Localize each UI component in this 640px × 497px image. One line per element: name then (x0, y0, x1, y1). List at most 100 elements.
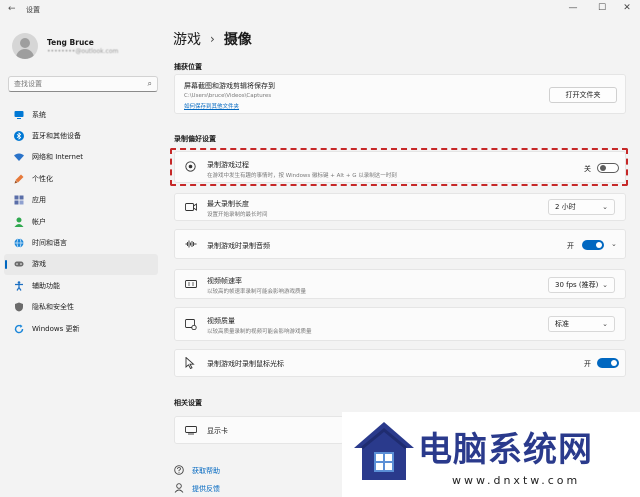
section-title-recording: 录制偏好设置 (174, 135, 216, 143)
minimize-icon[interactable]: — (566, 3, 580, 13)
audio-icon (185, 239, 197, 252)
dropdown-value: 2 小时 (555, 203, 576, 211)
frame-rate-dropdown[interactable]: 30 fps (推荐) ⌄ (548, 277, 615, 293)
sidebar-item-label: 应用 (32, 196, 46, 205)
breadcrumb: 游戏 › 摄像 (173, 29, 252, 49)
bluetooth-icon (14, 131, 24, 142)
record-cursor-toggle[interactable] (597, 358, 619, 368)
video-quality-card: 视频质量 以较高质量录制的视频可能会影响游戏质量 标准 ⌄ (174, 307, 626, 341)
maximize-icon[interactable]: ☐ (595, 3, 609, 13)
profile-name: Teng Bruce (47, 38, 94, 47)
feedback-icon (174, 483, 184, 495)
sidebar-item-label: Windows 更新 (32, 324, 80, 333)
record-cursor-title: 录制游戏时录制鼠标光标 (207, 360, 284, 368)
window-title: 设置 (26, 6, 40, 14)
sidebar-item-bluetooth[interactable]: 蓝牙和其他设备 (4, 125, 158, 146)
search-input[interactable] (9, 77, 137, 91)
frame-rate-title: 视频帧速率 (207, 277, 242, 285)
graphics-card-item[interactable]: 显示卡 (174, 416, 344, 444)
chevron-down-icon[interactable]: ⌄ (611, 240, 617, 248)
record-audio-toggle[interactable] (582, 240, 604, 250)
close-icon[interactable]: ✕ (620, 3, 634, 13)
toggle-state-label: 开 (584, 360, 591, 368)
graphics-title: 显示卡 (207, 427, 228, 435)
help-icon (174, 465, 184, 477)
framerate-icon (185, 279, 197, 292)
sidebar-item-windows-update[interactable]: Windows 更新 (4, 318, 158, 339)
record-audio-card: 录制游戏时录制音频 开 ⌄ (174, 229, 626, 259)
capture-location-title: 屏幕截图和游戏剪辑将保存到 (184, 82, 275, 90)
sidebar-item-network[interactable]: 网络和 Internet (4, 147, 158, 168)
sidebar-item-privacy[interactable]: 隐私和安全性 (4, 297, 158, 318)
capture-location-card: 屏幕截图和游戏剪辑将保存到 C:\Users\bruce\Videos\Capt… (174, 74, 626, 114)
house-logo-icon (354, 422, 414, 480)
video-quality-subtitle: 以较高质量录制的视频可能会影响游戏质量 (207, 329, 312, 335)
gamepad-icon (14, 259, 24, 269)
watermark: 电脑系统网 www.dnxtw.com (342, 412, 640, 497)
sidebar-item-system[interactable]: 系统 (4, 104, 158, 125)
dropdown-value: 30 fps (推荐) (555, 281, 599, 289)
watermark-title: 电脑系统网 (418, 430, 593, 470)
section-title-related: 相关设置 (174, 399, 202, 407)
shield-icon (14, 302, 24, 312)
display-icon (185, 425, 197, 438)
brush-icon (14, 174, 24, 184)
sidebar-item-accessibility[interactable]: 辅助功能 (4, 275, 158, 296)
cursor-icon (185, 356, 195, 372)
person-icon (14, 217, 24, 227)
toggle-state-label: 开 (567, 242, 574, 250)
sidebar-item-time-language[interactable]: 时间和语言 (4, 232, 158, 253)
back-arrow-icon[interactable]: ← (8, 4, 16, 14)
sidebar-item-label: 帐户 (32, 217, 46, 226)
record-cursor-card: 录制游戏时录制鼠标光标 开 (174, 349, 626, 377)
video-quality-title: 视频质量 (207, 317, 235, 325)
max-length-title: 最大录制长度 (207, 200, 249, 208)
record-audio-title: 录制游戏时录制音频 (207, 242, 270, 250)
get-help-link[interactable]: 获取帮助 (192, 466, 220, 476)
search-box[interactable]: ⌕ (8, 76, 158, 92)
title-bar: ← 设置 — ☐ ✕ (0, 0, 640, 20)
chevron-down-icon: ⌄ (602, 281, 608, 289)
profile-email: ••••••••@outlook.com (47, 48, 119, 55)
sidebar-item-label: 系统 (32, 110, 46, 119)
search-icon[interactable]: ⌕ (148, 79, 152, 89)
change-folder-link[interactable]: 如何保存到其他文件夹 (184, 102, 239, 110)
sidebar-item-personalization[interactable]: 个性化 (4, 168, 158, 189)
sidebar-item-label: 游戏 (32, 260, 46, 269)
sidebar-item-label: 蓝牙和其他设备 (32, 132, 81, 141)
sidebar-item-accounts[interactable]: 帐户 (4, 211, 158, 232)
page-title: 摄像 (223, 32, 252, 48)
chevron-down-icon: ⌄ (602, 203, 608, 211)
sidebar-item-label: 辅助功能 (32, 281, 60, 290)
avatar[interactable] (12, 33, 38, 59)
accessibility-icon (14, 281, 24, 291)
breadcrumb-separator: › (210, 32, 215, 46)
sidebar-item-label: 网络和 Internet (32, 153, 84, 162)
update-icon (14, 324, 24, 334)
watermark-url: www.dnxtw.com (452, 474, 581, 487)
sidebar-item-label: 个性化 (32, 174, 53, 183)
sidebar-item-gaming[interactable]: 游戏 (4, 253, 158, 276)
camera-icon (185, 202, 197, 215)
globe-icon (14, 238, 24, 248)
monitor-icon (14, 110, 24, 120)
sidebar-item-apps[interactable]: 应用 (4, 190, 158, 211)
sidebar-nav: 系统 蓝牙和其他设备 网络和 Internet 个性化 应用 帐户 时间和语言 … (4, 104, 158, 339)
quality-icon (185, 319, 197, 333)
frame-rate-subtitle: 以较高的帧速率录制可能会影响游戏质量 (207, 289, 307, 295)
video-quality-dropdown[interactable]: 标准 ⌄ (548, 316, 615, 332)
sidebar-item-label: 时间和语言 (32, 239, 67, 248)
apps-icon (14, 195, 24, 205)
chevron-down-icon: ⌄ (602, 320, 608, 328)
max-length-dropdown[interactable]: 2 小时 ⌄ (548, 199, 615, 215)
breadcrumb-parent[interactable]: 游戏 (173, 29, 201, 49)
max-length-subtitle: 设置开始录制的最长时间 (207, 212, 268, 218)
wifi-icon (14, 152, 24, 162)
section-title-capture: 捕获位置 (174, 63, 202, 71)
capture-location-path: C:\Users\bruce\Videos\Captures (184, 93, 272, 99)
open-folder-button[interactable]: 打开文件夹 (549, 87, 617, 103)
frame-rate-card: 视频帧速率 以较高的帧速率录制可能会影响游戏质量 30 fps (推荐) ⌄ (174, 269, 626, 299)
highlight-box (170, 148, 628, 186)
max-length-card: 最大录制长度 设置开始录制的最长时间 2 小时 ⌄ (174, 193, 626, 221)
feedback-link[interactable]: 提供反馈 (192, 484, 220, 494)
